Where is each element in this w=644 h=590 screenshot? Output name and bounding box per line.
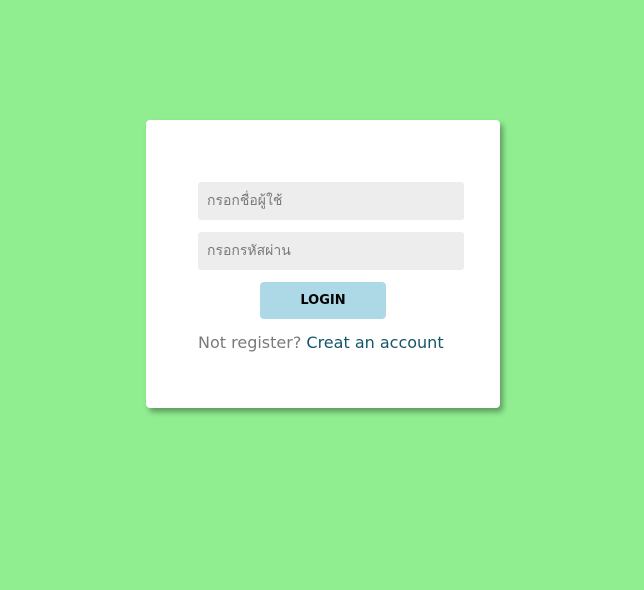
username-input[interactable]: [198, 182, 464, 220]
register-prompt-line: Not register? Creat an account: [198, 332, 478, 354]
register-prompt-text: Not register?: [198, 333, 302, 352]
create-account-link[interactable]: Creat an account: [306, 333, 443, 352]
login-button[interactable]: LOGIN: [260, 282, 386, 319]
login-card: LOGIN Not register? Creat an account: [146, 120, 500, 408]
password-input[interactable]: [198, 232, 464, 270]
